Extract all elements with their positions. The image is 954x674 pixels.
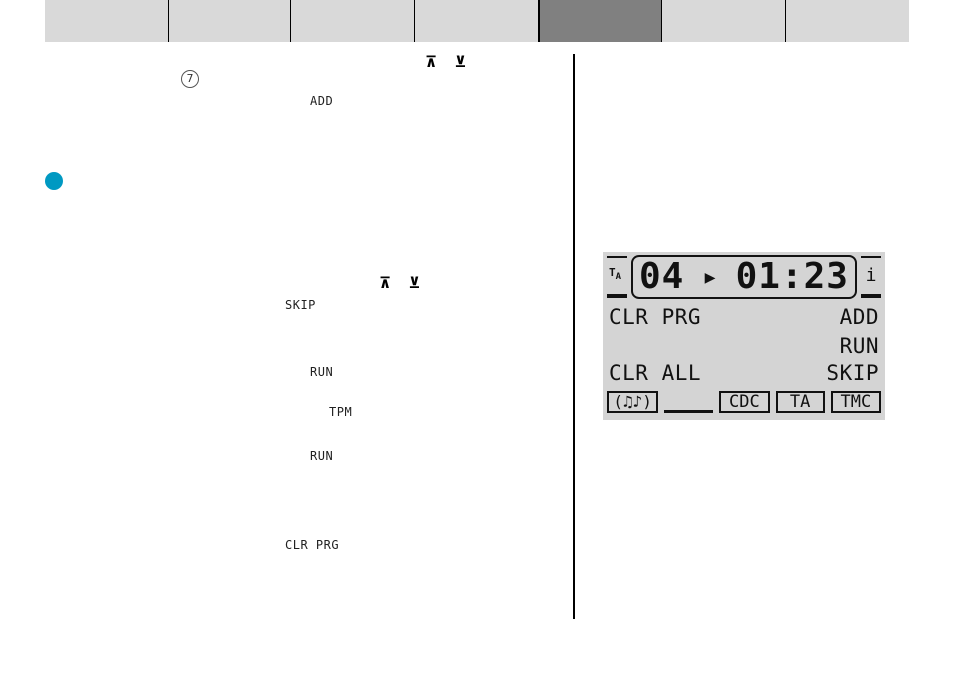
- ta-status-indicator: TA: [775, 390, 825, 413]
- info-bullet-icon: [45, 172, 63, 190]
- info-icon: i: [861, 256, 881, 298]
- tab-5-active[interactable]: [539, 0, 662, 42]
- keyword-add: ADD: [310, 94, 334, 108]
- keyword-run-2: RUN: [310, 449, 334, 463]
- tab-1[interactable]: [45, 0, 169, 42]
- tab-3[interactable]: [291, 0, 415, 42]
- keyword-tpm: TPM: [329, 405, 353, 419]
- lcd-row-2: RUN: [609, 336, 879, 357]
- empty-status-slot: [664, 391, 714, 413]
- tab-6[interactable]: [662, 0, 786, 42]
- keyword-run: RUN: [310, 365, 334, 379]
- up-down-arrow-icons: ⊼ ⊻: [425, 53, 473, 71]
- keyword-clr-prg: CLR PRG: [285, 538, 340, 552]
- tab-2[interactable]: [169, 0, 291, 42]
- tab-7[interactable]: [786, 0, 909, 42]
- elapsed-time: 01:23: [735, 256, 849, 297]
- track-number: 04: [639, 256, 685, 297]
- tab-4[interactable]: [415, 0, 539, 42]
- softkey-clr-prg: CLR PRG: [609, 305, 702, 329]
- keyword-skip: SKIP: [285, 298, 316, 312]
- track-time-frame: 04 ▶ 01:23: [631, 255, 857, 299]
- circled-number-7: 7: [181, 70, 199, 88]
- play-icon: ▶: [704, 266, 716, 288]
- lcd-row-1: CLR PRG ADD: [609, 307, 879, 328]
- lcd-status-bar: (♫♪) CDC TA TMC: [607, 388, 881, 415]
- column-divider: [573, 54, 575, 619]
- softkey-skip: SKIP: [826, 361, 879, 385]
- radio-lcd-display: TA 04 ▶ 01:23 i CLR PRG ADD RUN CLR ALL …: [603, 252, 885, 420]
- lcd-row-3: CLR ALL SKIP: [609, 363, 879, 384]
- softkey-run: RUN: [839, 334, 879, 358]
- cdc-indicator: CDC: [719, 390, 770, 413]
- ta-indicator-icon: TA: [607, 256, 627, 298]
- softkey-add: ADD: [839, 305, 879, 329]
- up-down-arrow-icons-2: ⊼ ⊻: [379, 274, 427, 292]
- music-mode-icon: (♫♪): [607, 390, 659, 413]
- tab-bar: [45, 0, 909, 42]
- softkey-clr-all: CLR ALL: [609, 361, 702, 385]
- tmc-indicator: TMC: [830, 390, 881, 413]
